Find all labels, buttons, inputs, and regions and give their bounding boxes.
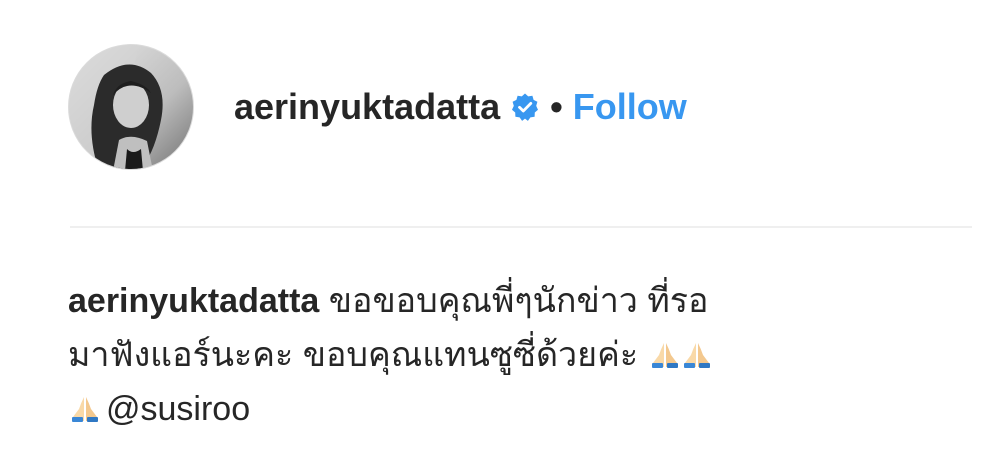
caption-line-1: aerinyuktadatta ขอขอบคุณพี่ๆนักข่าว ที่ร… [68, 274, 948, 328]
caption-username-link[interactable]: aerinyuktadatta [68, 282, 319, 320]
caption-text-1: ขอขอบคุณพี่ๆนักข่าว ที่รอ [328, 282, 709, 320]
avatar[interactable] [68, 44, 194, 170]
username-link[interactable]: aerinyuktadatta [234, 86, 500, 128]
follow-button[interactable]: Follow [573, 86, 687, 128]
separator-dot: • [550, 86, 563, 127]
folded-hands-icon [70, 395, 100, 423]
verified-badge-icon [510, 92, 540, 122]
folded-hands-icon [650, 341, 680, 369]
caption-text-2: มาฟังแอร์นะคะ ขอบคุณแทนซูซี่ด้วยค่ะ [68, 336, 639, 374]
post-header: aerinyuktadatta • Follow [68, 44, 687, 170]
divider [70, 226, 972, 228]
folded-hands-icon [682, 341, 712, 369]
caption-line-3: @susiroo [68, 382, 948, 436]
caption-line-2: มาฟังแอร์นะคะ ขอบคุณแทนซูซี่ด้วยค่ะ [68, 328, 948, 382]
caption: aerinyuktadatta ขอขอบคุณพี่ๆนักข่าว ที่ร… [68, 274, 948, 436]
mention-link[interactable]: @susiroo [106, 390, 250, 428]
header-text: aerinyuktadatta • Follow [234, 86, 687, 128]
